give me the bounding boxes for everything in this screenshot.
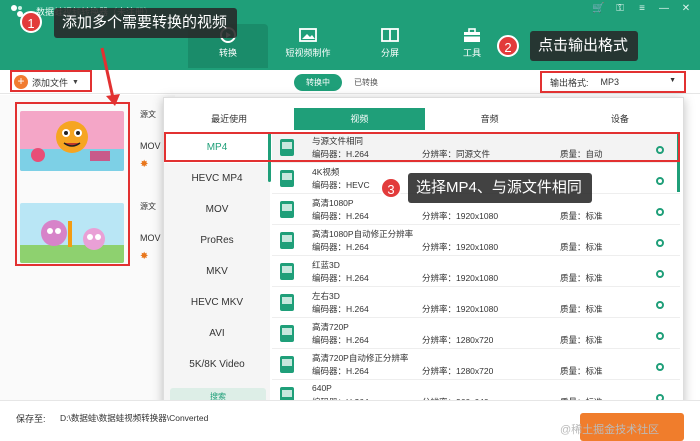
- option-name: 4K视频: [312, 167, 340, 177]
- option-encoder: 编码器：H.264: [312, 242, 369, 252]
- format-option[interactable]: 高清720P自动修正分辨率 编码器：H.264 分辨率：1280x720 质量：…: [272, 349, 680, 380]
- tab-device[interactable]: 设备: [555, 108, 685, 130]
- gear-icon[interactable]: [656, 239, 664, 247]
- option-name: 左右3D: [312, 291, 340, 301]
- annotation-box-file-list: [15, 102, 130, 266]
- category-mkv[interactable]: MKV: [164, 256, 270, 287]
- picture-icon: [299, 28, 317, 42]
- option-quality: 质量：标准: [560, 335, 603, 345]
- watermark: @稀土掘金技术社区: [560, 424, 660, 436]
- option-encoder: 编码器：H.264: [312, 335, 369, 345]
- video-hd-icon: [280, 232, 294, 249]
- category-mov[interactable]: MOV: [164, 194, 270, 225]
- annotation-step2: 点击输出格式: [530, 31, 639, 61]
- annotation-step1: 添加多个需要转换的视频: [54, 8, 238, 38]
- split-screen-icon: [381, 28, 399, 42]
- option-quality: 质量：标准: [560, 211, 603, 221]
- category-5k-8k[interactable]: 5K/8K Video: [164, 349, 270, 380]
- close-icon[interactable]: ✕: [680, 3, 692, 14]
- nav-tab-label: 分屏: [380, 48, 399, 58]
- option-resolution: 分辨率：1920x1080: [422, 304, 499, 314]
- video-hd-icon: [280, 201, 294, 218]
- option-encoder: 编码器：HEVC: [312, 180, 370, 190]
- format-tabs: 最近使用 视频 音频 设备: [164, 108, 685, 130]
- save-to-label: 保存至:: [16, 414, 46, 424]
- menu-icon[interactable]: ≡: [636, 3, 648, 14]
- gear-icon[interactable]: [656, 177, 664, 185]
- option-name: 高清1080P自动修正分辨率: [312, 229, 414, 239]
- option-quality: 质量：标准: [560, 242, 603, 252]
- gear-icon[interactable]: [656, 363, 664, 371]
- format-option[interactable]: 高清720P 编码器：H.264 分辨率：1280x720 质量：标准: [272, 318, 680, 349]
- file-source-label: 源文: [140, 202, 156, 211]
- category-prores[interactable]: ProRes: [164, 225, 270, 256]
- nav-tab-split-screen[interactable]: 分屏: [350, 24, 430, 68]
- annotation-box-add-file: [10, 70, 92, 92]
- window-controls: 🛒 ⚿ ≡ — ✕: [592, 3, 692, 14]
- key-icon[interactable]: ⚿: [614, 3, 626, 14]
- category-hevc-mp4[interactable]: HEVC MP4: [164, 163, 270, 194]
- format-category-list: MP4 HEVC MP4 MOV ProRes MKV HEVC MKV AVI…: [164, 132, 270, 416]
- format-option[interactable]: 红蓝3D 编码器：H.264 分辨率：1920x1080 质量：标准: [272, 256, 680, 287]
- tab-audio[interactable]: 音频: [425, 108, 555, 130]
- option-quality: 质量：标准: [560, 273, 603, 283]
- tab-video[interactable]: 视频: [294, 108, 425, 130]
- video-4k-icon: [280, 170, 294, 187]
- nav-tab-short-video[interactable]: 短视频制作: [268, 24, 348, 68]
- nav-tab-label: 短视频制作: [285, 48, 331, 58]
- annotation-box-output-format: [540, 71, 686, 93]
- category-avi[interactable]: AVI: [164, 318, 270, 349]
- video-720p-icon: [280, 325, 294, 342]
- nav-tab-label: 转换: [218, 48, 237, 58]
- annotation-box-mp4-option: [164, 132, 680, 162]
- option-resolution: 分辨率：1920x1080: [422, 242, 499, 252]
- option-encoder: 编码器：H.264: [312, 273, 369, 283]
- effect-icon[interactable]: ✸: [140, 159, 148, 170]
- file-format: MOV: [140, 141, 161, 151]
- video-3d-icon: [280, 294, 294, 311]
- option-name: 高清1080P: [312, 198, 354, 208]
- tab-converting[interactable]: 转换中: [294, 74, 342, 91]
- file-source-label: 源文: [140, 110, 156, 119]
- gear-icon[interactable]: [656, 208, 664, 216]
- format-option[interactable]: 左右3D 编码器：H.264 分辨率：1920x1080 质量：标准: [272, 287, 680, 318]
- gear-icon[interactable]: [656, 332, 664, 340]
- video-3d-icon: [280, 263, 294, 280]
- option-name: 640P: [312, 383, 332, 393]
- file-format: MOV: [140, 233, 161, 243]
- minimize-icon[interactable]: —: [658, 3, 670, 14]
- option-name: 高清720P自动修正分辨率: [312, 353, 409, 363]
- option-encoder: 编码器：H.264: [312, 211, 369, 221]
- toolbox-icon: [464, 28, 480, 42]
- annotation-badge-3: 3: [380, 177, 402, 199]
- option-quality: 质量：标准: [560, 304, 603, 314]
- option-encoder: 编码器：H.264: [312, 366, 369, 376]
- effect-icon[interactable]: ✸: [140, 251, 148, 262]
- option-resolution: 分辨率：1280x720: [422, 335, 494, 345]
- format-option[interactable]: 高清1080P自动修正分辨率 编码器：H.264 分辨率：1920x1080 质…: [272, 225, 680, 256]
- annotation-badge-2: 2: [497, 35, 519, 57]
- save-path[interactable]: D:\数据蛙\数据蛙视频转换器\Converted: [60, 412, 208, 424]
- cart-icon[interactable]: 🛒: [592, 3, 604, 14]
- bottom-bar: 保存至: D:\数据蛙\数据蛙视频转换器\Converted @稀土掘金技术社区: [0, 400, 700, 441]
- option-resolution: 分辨率：1920x1080: [422, 211, 499, 221]
- option-encoder: 编码器：H.264: [312, 304, 369, 314]
- option-name: 高清720P: [312, 322, 349, 332]
- annotation-step3: 选择MP4、与源文件相同: [408, 173, 592, 203]
- tab-recent[interactable]: 最近使用: [164, 108, 294, 130]
- annotation-badge-1: 1: [20, 11, 42, 33]
- option-resolution: 分辨率：1280x720: [422, 366, 494, 376]
- video-720p-icon: [280, 356, 294, 373]
- category-hevc-mkv[interactable]: HEVC MKV: [164, 287, 270, 318]
- option-name: 红蓝3D: [312, 260, 340, 270]
- conversion-status-toggle: 转换中 已转换: [294, 74, 390, 91]
- option-resolution: 分辨率：1920x1080: [422, 273, 499, 283]
- tab-converted[interactable]: 已转换: [342, 74, 390, 91]
- gear-icon[interactable]: [656, 270, 664, 278]
- gear-icon[interactable]: [656, 301, 664, 309]
- option-quality: 质量：标准: [560, 366, 603, 376]
